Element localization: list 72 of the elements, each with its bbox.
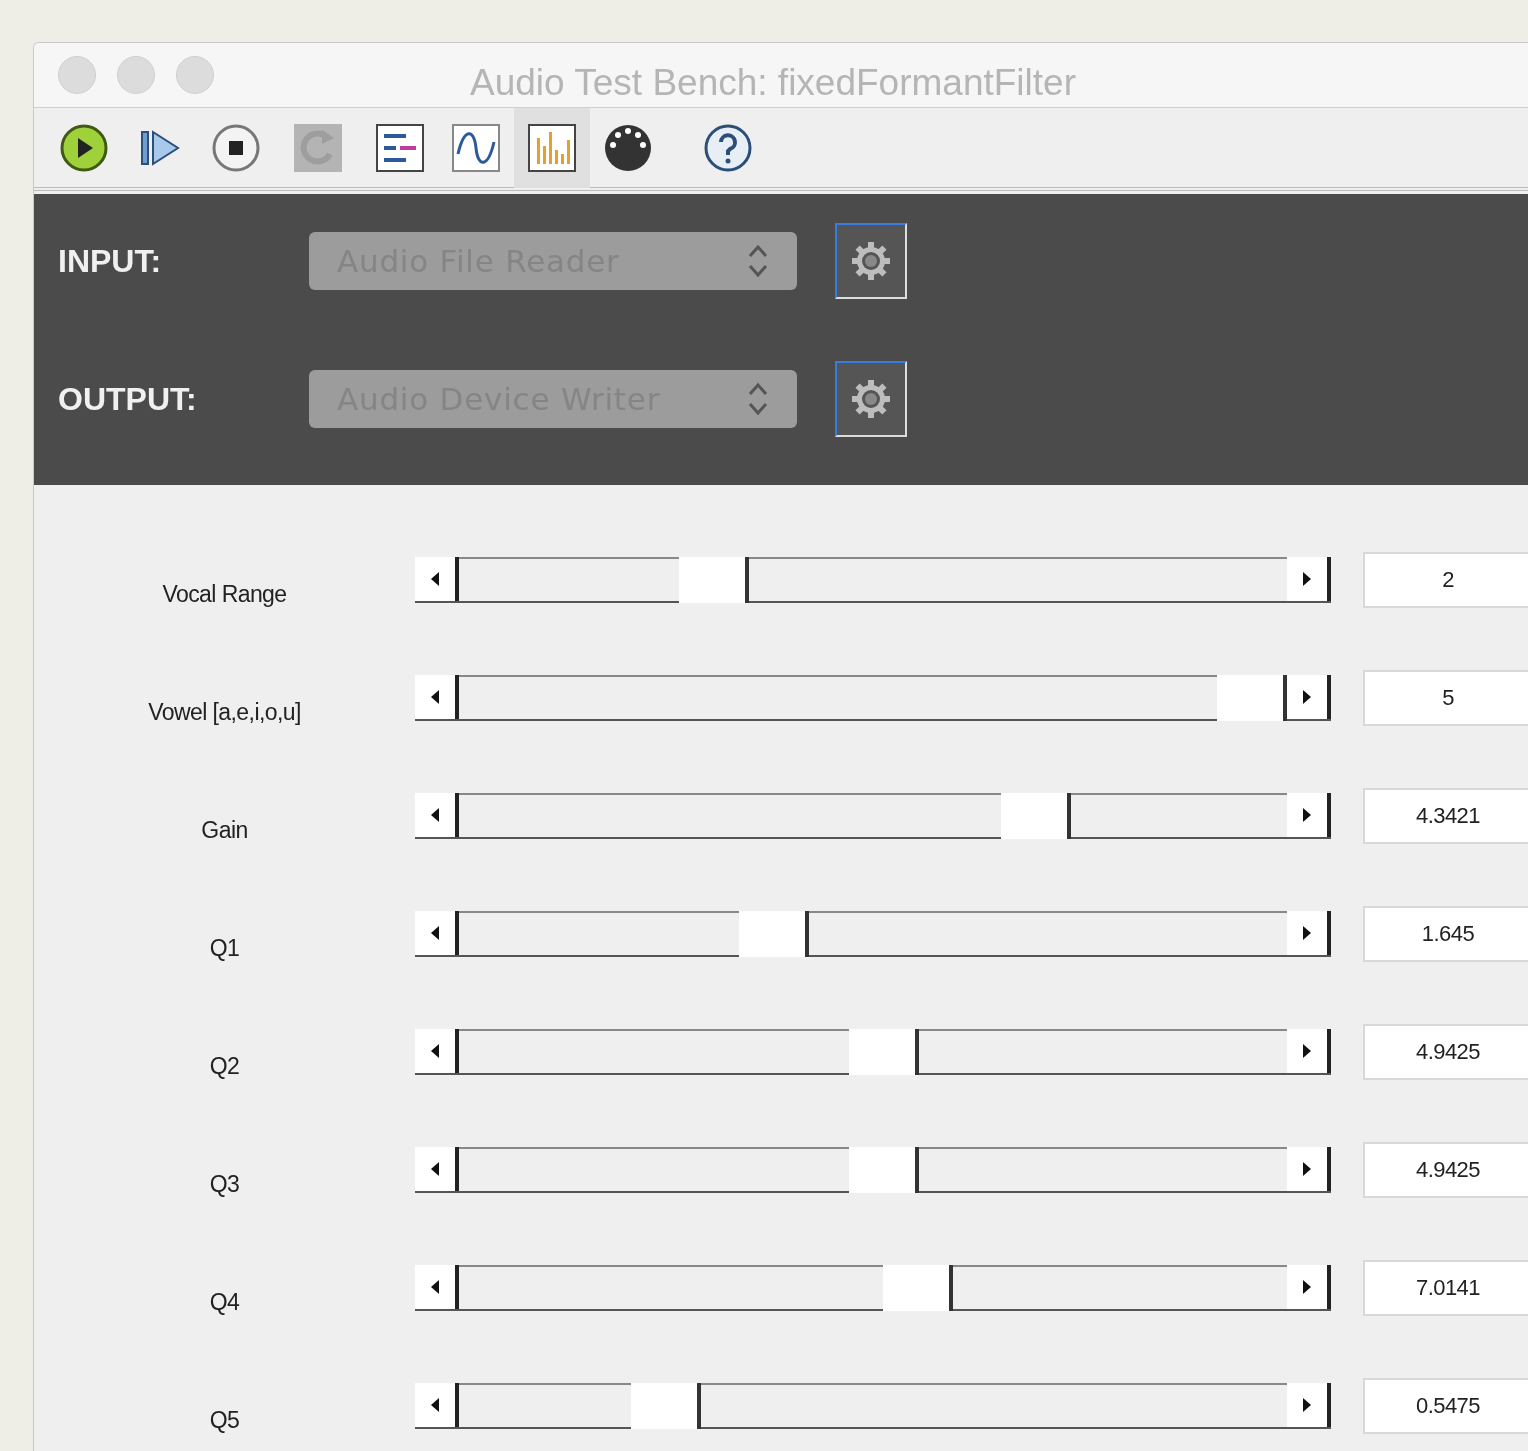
slider-left-button[interactable] [415, 1264, 459, 1309]
left-triangle-icon [431, 807, 439, 822]
slider-thumb[interactable] [849, 1028, 920, 1075]
io-label: INPUT: [57, 242, 163, 281]
slider-left-button[interactable] [415, 1382, 459, 1427]
slider-thumb[interactable] [1000, 792, 1071, 839]
help-icon [703, 122, 753, 173]
slider-thumb[interactable] [849, 1146, 920, 1193]
parameter-label: Q4 [208, 1288, 241, 1318]
parameter-label: Vowel [a,e,i,o,u] [147, 698, 302, 728]
slider-left-button[interactable] [415, 674, 459, 719]
slider-left-button[interactable] [415, 1028, 459, 1073]
left-triangle-icon [431, 571, 439, 586]
left-triangle-icon [431, 1161, 439, 1176]
parameter-label: Q5 [208, 1406, 241, 1436]
slider-left-button[interactable] [415, 910, 459, 955]
right-triangle-icon [1303, 1161, 1311, 1176]
slider-right-button[interactable] [1287, 792, 1331, 837]
slider-right-button[interactable] [1287, 1382, 1331, 1427]
slider-left-button[interactable] [415, 792, 459, 837]
left-triangle-icon [431, 1279, 439, 1294]
window-title: Audio Test Bench: fixedFormantFilter [470, 61, 1076, 105]
right-triangle-icon [1303, 1279, 1311, 1294]
parameter-label: Q2 [208, 1052, 241, 1082]
slider-right-button[interactable] [1287, 1146, 1331, 1191]
parameter-label: Q3 [208, 1170, 241, 1200]
value-field[interactable]: 5 [1363, 669, 1528, 726]
slider-right-button[interactable] [1287, 674, 1331, 719]
slider-thumb[interactable] [631, 1382, 702, 1429]
list-icon [376, 123, 424, 172]
settings-button[interactable] [835, 223, 907, 299]
play-icon [59, 122, 109, 173]
parameter-label: Gain [200, 816, 249, 846]
slider-right-button[interactable] [1287, 1264, 1331, 1309]
toolbar-button[interactable] [514, 107, 590, 188]
bar-chart-icon [528, 123, 576, 172]
slider-left-button[interactable] [415, 1146, 459, 1191]
value-field[interactable]: 4.9425 [1363, 1023, 1528, 1080]
slider-left-button[interactable] [415, 556, 459, 601]
value-field[interactable]: 4.9425 [1363, 1141, 1528, 1198]
right-triangle-icon [1303, 1397, 1311, 1412]
slider-thumb[interactable] [678, 556, 749, 603]
right-triangle-icon [1303, 807, 1311, 822]
left-triangle-icon [431, 1043, 439, 1058]
left-triangle-icon [431, 689, 439, 704]
left-triangle-icon [431, 925, 439, 940]
slider-right-button[interactable] [1287, 1028, 1331, 1073]
stop-icon [211, 122, 261, 173]
value-field[interactable]: 1.645 [1363, 905, 1528, 962]
value-field[interactable]: 7.0141 [1363, 1259, 1528, 1316]
up-down-chevron-icon [747, 380, 769, 418]
right-triangle-icon [1303, 925, 1311, 940]
io-label: OUTPUT: [57, 380, 198, 419]
slider-right-button[interactable] [1287, 556, 1331, 601]
value-field[interactable]: 4.3421 [1363, 787, 1528, 844]
slider-thumb[interactable] [739, 910, 810, 957]
slider-thumb[interactable] [1217, 674, 1287, 721]
slider-thumb[interactable] [883, 1264, 954, 1311]
up-down-chevron-icon [747, 242, 769, 280]
parameter-label: Vocal Range [161, 580, 288, 610]
right-triangle-icon [1303, 689, 1311, 704]
right-triangle-icon [1303, 571, 1311, 586]
left-triangle-icon [431, 1397, 439, 1412]
parameter-label: Q1 [208, 934, 241, 964]
slider-right-button[interactable] [1287, 910, 1331, 955]
value-field[interactable]: 0.5475 [1363, 1377, 1528, 1434]
sine-wave-icon [452, 123, 500, 172]
redo-icon [294, 123, 342, 172]
value-field[interactable]: 2 [1363, 551, 1528, 608]
settings-button[interactable] [835, 361, 907, 437]
right-triangle-icon [1303, 1043, 1311, 1058]
midi-connector-icon [603, 122, 653, 173]
